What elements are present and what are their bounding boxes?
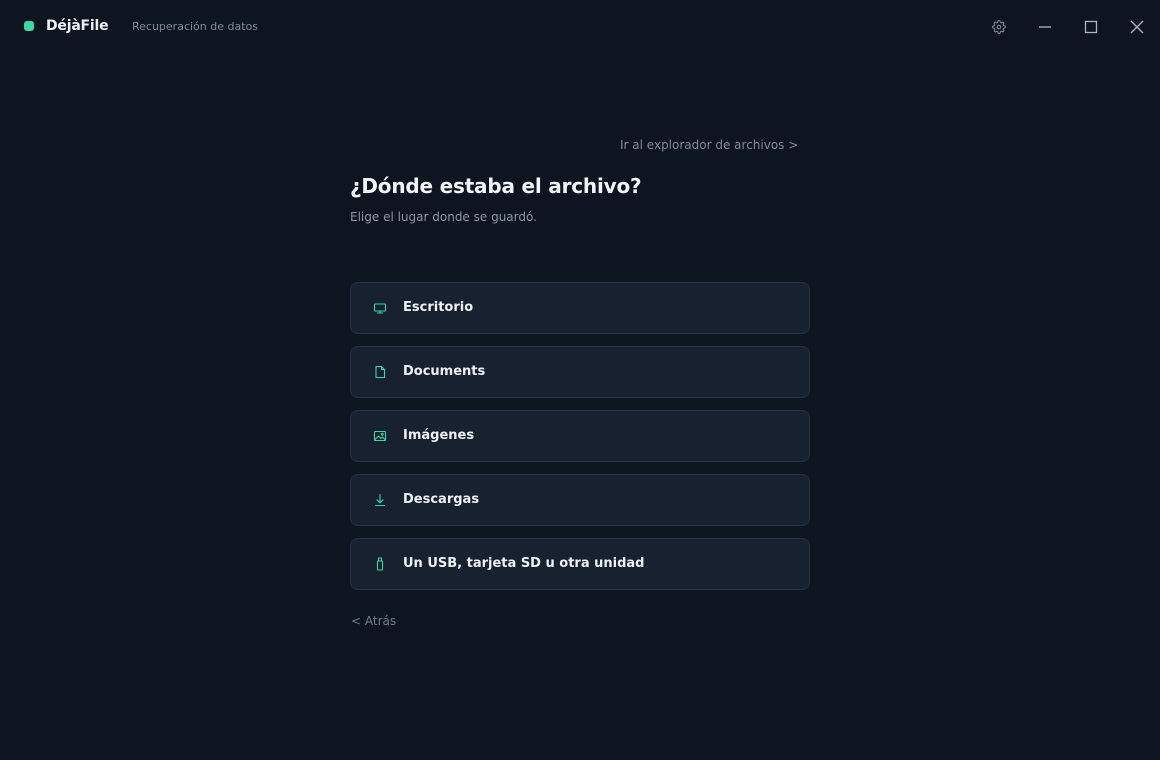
page-subtitle: Elige el lugar donde se guardó. xyxy=(350,210,537,224)
minimize-button[interactable] xyxy=(1032,14,1058,40)
maximize-button[interactable] xyxy=(1078,14,1104,40)
location-options: Escritorio Documents Imágenes Descargas … xyxy=(350,282,810,602)
minimize-icon xyxy=(1039,26,1051,28)
option-documents[interactable]: Documents xyxy=(350,346,810,398)
app-logo xyxy=(24,21,34,31)
option-external-drive[interactable]: Un USB, tarjeta SD u otra unidad xyxy=(350,538,810,590)
usb-drive-icon xyxy=(373,557,387,571)
close-button[interactable] xyxy=(1124,14,1150,40)
close-icon xyxy=(1130,20,1144,34)
page-title: ¿Dónde estaba el archivo? xyxy=(350,174,642,198)
title-bar: DéjàFile Recuperación de datos xyxy=(0,0,1160,54)
option-images[interactable]: Imágenes xyxy=(350,410,810,462)
option-label: Escritorio xyxy=(403,300,474,315)
gear-icon xyxy=(992,20,1006,34)
image-icon xyxy=(373,429,387,443)
maximize-icon xyxy=(1084,20,1098,34)
app-subtitle: Recuperación de datos xyxy=(132,20,258,33)
download-icon xyxy=(373,493,387,507)
file-explorer-link[interactable]: Ir al explorador de archivos > xyxy=(620,138,798,152)
monitor-icon xyxy=(373,301,387,315)
option-label: Imágenes xyxy=(403,428,475,443)
option-downloads[interactable]: Descargas xyxy=(350,474,810,526)
settings-button[interactable] xyxy=(986,14,1012,40)
option-desktop[interactable]: Escritorio xyxy=(350,282,810,334)
option-label: Un USB, tarjeta SD u otra unidad xyxy=(403,556,645,571)
app-name: DéjàFile xyxy=(46,18,109,34)
option-label: Descargas xyxy=(403,492,480,507)
back-link[interactable]: < Atrás xyxy=(351,614,396,628)
option-label: Documents xyxy=(403,364,486,379)
document-icon xyxy=(373,365,387,379)
